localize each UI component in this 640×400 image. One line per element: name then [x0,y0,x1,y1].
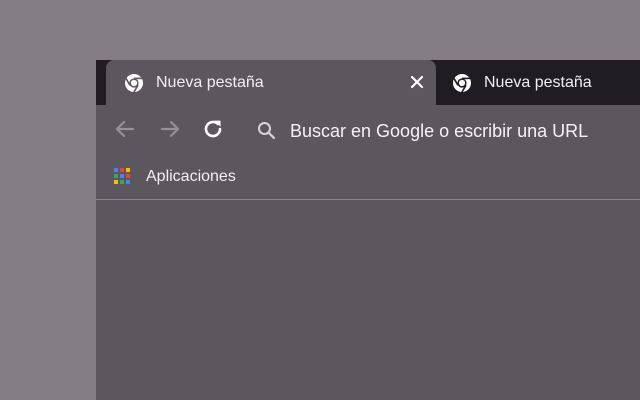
browser-window: Nueva pestaña Nueva pestaña Buscar en Go… [96,60,640,400]
chrome-icon [124,73,144,93]
back-arrow-icon [114,118,136,145]
close-tab-icon[interactable] [406,71,428,93]
search-icon [256,120,278,142]
tab-active[interactable]: Nueva pestaña [106,60,436,105]
apps-grid-icon [114,168,132,186]
bookmarks-bar: Aplicaciones [96,157,640,200]
reload-button[interactable] [200,118,226,144]
forward-arrow-icon [159,118,181,145]
bookmark-apps[interactable]: Aplicaciones [114,164,236,190]
tab-title: Nueva pestaña [156,73,264,91]
toolbar [96,105,640,157]
address-input[interactable] [290,120,610,142]
omnibox[interactable] [246,112,636,150]
tab-inactive[interactable]: Nueva pestaña [448,60,640,105]
reload-icon [201,117,225,146]
back-button[interactable] [112,118,138,144]
tab-title: Nueva pestaña [484,73,592,91]
tab-strip: Nueva pestaña Nueva pestaña [96,60,640,105]
bookmark-label: Aplicaciones [146,168,236,185]
chrome-icon [452,73,472,93]
forward-button[interactable] [157,118,183,144]
